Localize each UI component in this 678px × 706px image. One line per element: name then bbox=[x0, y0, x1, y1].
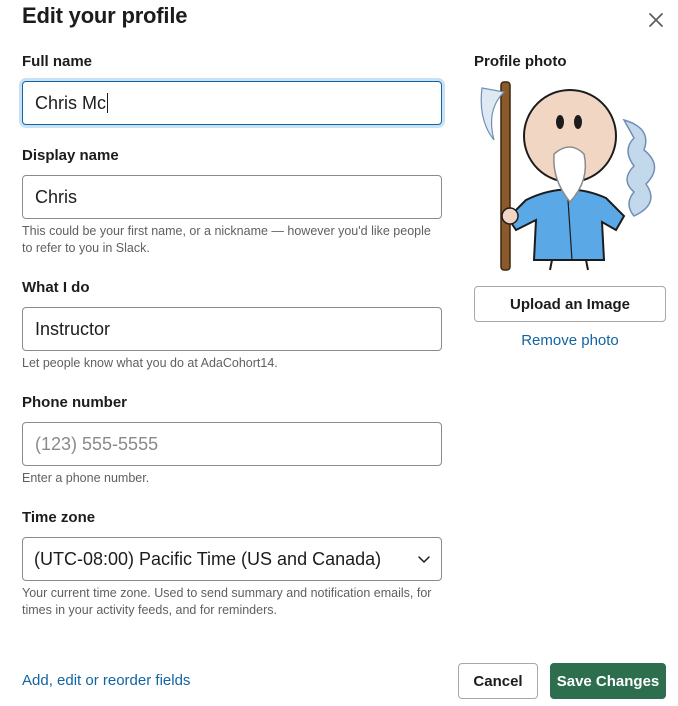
time-zone-label: Time zone bbox=[22, 509, 96, 526]
full-name-label: Full name bbox=[22, 53, 93, 70]
profile-photo-label: Profile photo bbox=[474, 53, 567, 70]
full-name-value: Chris Mc bbox=[35, 92, 106, 113]
upload-image-button[interactable]: Upload an Image bbox=[474, 286, 666, 322]
display-name-label: Display name bbox=[22, 147, 119, 164]
display-name-input[interactable]: Chris bbox=[22, 175, 442, 219]
time-zone-value: (UTC-08:00) Pacific Time (US and Canada) bbox=[34, 548, 382, 569]
what-i-do-input[interactable]: Instructor bbox=[22, 307, 442, 351]
save-changes-button[interactable]: Save Changes bbox=[550, 663, 666, 699]
cancel-button[interactable]: Cancel bbox=[458, 663, 538, 699]
chevron-down-icon bbox=[418, 556, 430, 563]
phone-number-placeholder: (123) 555-5555 bbox=[35, 433, 159, 454]
what-i-do-value: Instructor bbox=[35, 318, 111, 339]
display-name-help: This could be your first name, or a nick… bbox=[22, 224, 431, 255]
time-zone-select[interactable]: (UTC-08:00) Pacific Time (US and Canada) bbox=[22, 537, 442, 581]
what-i-do-label: What I do bbox=[22, 279, 90, 296]
remove-photo-link[interactable]: Remove photo bbox=[474, 332, 666, 349]
dialog-title: Edit your profile bbox=[22, 3, 188, 28]
time-zone-help: Your current time zone. Used to send sum… bbox=[22, 586, 432, 617]
phone-number-help: Enter a phone number. bbox=[22, 471, 150, 485]
close-button[interactable] bbox=[644, 8, 668, 32]
display-name-value: Chris bbox=[35, 186, 78, 207]
profile-avatar-image bbox=[474, 80, 666, 272]
full-name-input[interactable]: Chris Mc bbox=[22, 81, 442, 125]
what-i-do-help: Let people know what you do at AdaCohort… bbox=[22, 356, 278, 370]
close-icon[interactable] bbox=[644, 8, 668, 32]
edit-fields-link[interactable]: Add, edit or reorder fields bbox=[22, 672, 190, 689]
phone-number-input[interactable]: (123) 555-5555 bbox=[22, 422, 442, 466]
phone-number-label: Phone number bbox=[22, 394, 128, 411]
text-caret bbox=[107, 93, 108, 113]
